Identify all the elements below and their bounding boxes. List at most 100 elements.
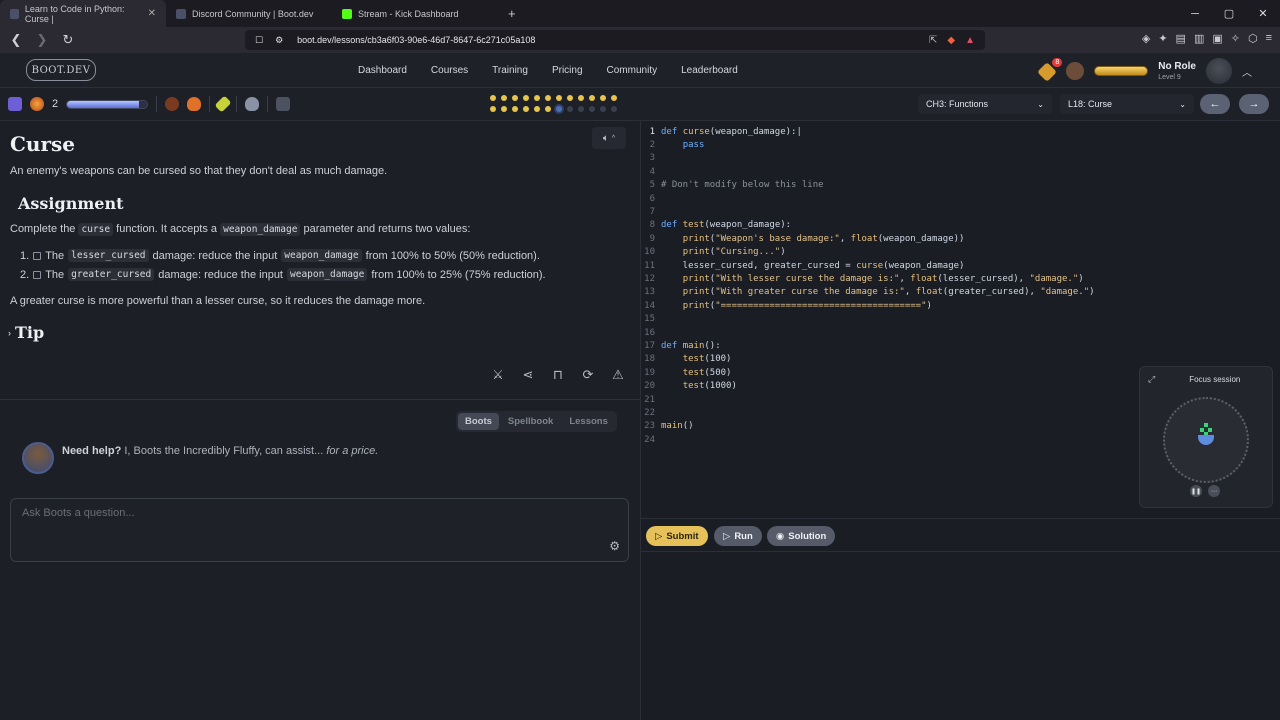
progress-dot[interactable] (512, 106, 518, 112)
sword-icon[interactable] (214, 95, 232, 113)
code-line[interactable]: 16 (641, 326, 661, 339)
share-icon[interactable]: ⋖ (520, 367, 536, 383)
progress-dot[interactable] (611, 106, 617, 112)
url-bar[interactable]: ☐ ⚙ boot.dev/lessons/cb3a6f03-90e6-46d7-… (245, 30, 985, 50)
tab-lessons[interactable]: Lessons (562, 413, 615, 430)
progress-dot[interactable] (589, 95, 595, 101)
bookmark-icon[interactable]: ⊓ (550, 367, 566, 383)
sword-class-icon[interactable] (8, 97, 22, 111)
gear-icon[interactable]: ⚙ (609, 539, 620, 553)
character-icon[interactable] (1066, 62, 1085, 80)
code-line[interactable]: 4 (641, 165, 661, 178)
tip-toggle[interactable]: › Tip (8, 323, 44, 342)
code-line[interactable]: 20 test(1000) (641, 380, 737, 393)
gems-button[interactable]: 8 (1037, 58, 1063, 82)
code-line[interactable]: 7 (641, 205, 661, 218)
code-line[interactable]: 9 print("Weapon's base damage:", float(w… (641, 232, 965, 245)
task-checkbox[interactable] (33, 270, 42, 279)
user-avatar[interactable] (1206, 58, 1232, 84)
browser-tab-3[interactable]: Stream - Kick Dashboard (332, 0, 498, 27)
progress-dot[interactable] (534, 95, 540, 101)
progress-dot[interactable] (512, 95, 518, 101)
progress-dot[interactable] (523, 106, 529, 112)
progress-dot[interactable] (534, 106, 540, 112)
reader-icon[interactable]: ▤ (1176, 32, 1186, 45)
progress-dot[interactable] (523, 95, 529, 101)
minimize-icon[interactable]: ─ (1178, 8, 1212, 20)
user-role[interactable]: No Role Level 9 (1158, 61, 1196, 81)
more-icon[interactable]: ⋯ (1208, 485, 1220, 497)
site-info-icon[interactable]: ⚙ (275, 35, 283, 46)
code-line[interactable]: 5 # Don't modify below this line (641, 179, 824, 192)
code-line[interactable]: 2 pass (641, 138, 705, 151)
progress-dot[interactable] (501, 106, 507, 112)
code-line[interactable]: 10 print("Cursing...") (641, 246, 786, 259)
code-line[interactable]: 21 (641, 393, 661, 406)
sidebar-icon[interactable]: ▥ (1194, 32, 1204, 45)
share-icon[interactable]: ⇱ (929, 35, 937, 46)
expand-icon[interactable]: ⤢ (1148, 374, 1155, 385)
progress-dot[interactable] (578, 95, 584, 101)
progress-dot[interactable] (556, 106, 562, 112)
maximize-icon[interactable]: ▢ (1212, 7, 1246, 20)
progress-dot[interactable] (545, 95, 551, 101)
progress-dot[interactable] (600, 106, 606, 112)
close-tab-icon[interactable]: ✕ (148, 8, 156, 19)
pause-icon[interactable]: ❚❚ (1190, 485, 1202, 497)
rewards-icon[interactable]: ▲ (965, 35, 975, 46)
progress-dot[interactable] (567, 106, 573, 112)
flask-icon[interactable] (245, 97, 260, 111)
progress-dot[interactable] (578, 106, 584, 112)
vpn-icon[interactable]: ⬡ (1248, 32, 1258, 45)
bookmark-icon[interactable]: ☐ (255, 35, 263, 46)
code-line[interactable]: 24 (641, 433, 661, 446)
code-line[interactable]: 12 print("With lesser curse the damage i… (641, 272, 1084, 285)
new-tab-button[interactable]: + (498, 0, 526, 27)
browser-tab-1[interactable]: Learn to Code in Python: Curse | ✕ (0, 0, 166, 27)
code-line[interactable]: 19 test(500) (641, 366, 731, 379)
potion-icon[interactable] (165, 97, 180, 111)
run-button[interactable]: ▷ Run (714, 526, 762, 546)
solution-button[interactable]: ◉ Solution (767, 526, 836, 546)
chevron-up-icon[interactable]: ︿ (1242, 64, 1252, 79)
nav-community[interactable]: Community (607, 65, 658, 76)
back-icon[interactable]: ❮ (8, 32, 24, 48)
progress-dot[interactable] (567, 95, 573, 101)
progress-dot[interactable] (600, 95, 606, 101)
ai-icon[interactable]: ✧ (1231, 32, 1240, 45)
code-line[interactable]: 18 test(100) (641, 353, 731, 366)
progress-dot[interactable] (545, 106, 551, 112)
close-window-icon[interactable]: ✕ (1246, 7, 1280, 20)
code-line[interactable]: 8 def test(weapon_damage): (641, 219, 792, 232)
nav-training[interactable]: Training (492, 65, 528, 76)
code-line[interactable]: 17 def main(): (641, 339, 720, 352)
code-line[interactable]: 13 print("With greater curse the damage … (641, 286, 1094, 299)
previous-lesson-button[interactable]: ← (1200, 94, 1230, 114)
chapter-select[interactable]: CH3: Functions ⌄ (918, 94, 1052, 114)
nav-leaderboard[interactable]: Leaderboard (681, 65, 738, 76)
reload-icon[interactable]: ↻ (60, 32, 76, 48)
brave-shield-icon[interactable]: ◆ (947, 35, 955, 46)
code-line[interactable]: 1 def curse(weapon_damage):| (641, 125, 802, 138)
nav-courses[interactable]: Courses (431, 65, 468, 76)
tab-spellbook[interactable]: Spellbook (501, 413, 560, 430)
code-line[interactable]: 11 lesser_cursed, greater_cursed = curse… (641, 259, 964, 272)
menu-icon[interactable]: ≡ (1266, 32, 1272, 45)
lesson-select[interactable]: L18: Curse ⌄ (1060, 94, 1194, 114)
extension-icon[interactable]: ◈ (1142, 32, 1150, 45)
progress-dot[interactable] (501, 95, 507, 101)
code-line[interactable]: 22 (641, 406, 661, 419)
task-checkbox[interactable] (33, 251, 42, 260)
wallet-icon[interactable]: ▣ (1212, 32, 1222, 45)
progress-dot[interactable] (556, 95, 562, 101)
code-line[interactable]: 15 (641, 313, 661, 326)
progress-dot[interactable] (490, 95, 496, 101)
progress-dot[interactable] (611, 95, 617, 101)
code-line[interactable]: 3 (641, 152, 661, 165)
swords-icon[interactable]: ⚔ (490, 367, 506, 383)
tab-boots[interactable]: Boots (458, 413, 499, 430)
progress-dot[interactable] (589, 106, 595, 112)
next-lesson-button[interactable]: → (1239, 94, 1269, 114)
nav-pricing[interactable]: Pricing (552, 65, 583, 76)
code-line[interactable]: 14 print("==============================… (641, 299, 932, 312)
